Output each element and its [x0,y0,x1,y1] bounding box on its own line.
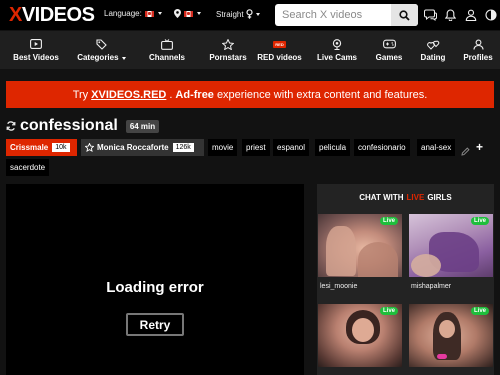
live-girls-panel: CHAT WITH LIVE GIRLS Live lesi_moonie Li… [317,184,494,375]
cam-thumbnail[interactable]: Live [409,304,493,367]
tag-icon [96,38,107,50]
main-nav: Best Videos Categories Channels Pornstar… [0,31,500,69]
keyword-tag[interactable]: espanol [273,139,310,156]
user-icon [472,39,484,50]
refresh-icon[interactable] [6,121,16,131]
subscriber-count: 10k [52,143,70,152]
live-badge: Live [379,217,398,225]
orientation-label: Straight [216,9,244,19]
tv-icon [161,38,173,50]
star-icon [85,143,94,152]
nav-channels[interactable]: Channels [131,31,203,69]
top-bar: XVIDEOS Language: Straight [0,0,500,30]
video-duration: 64 min [125,119,160,133]
nav-categories[interactable]: Categories [72,31,131,69]
model-tag[interactable]: Crissmale 10k [6,139,77,156]
star-icon [222,38,234,50]
location-pin-icon [174,9,181,18]
webcam-icon [332,38,342,50]
cam-username[interactable]: lesi_moonie [318,283,402,290]
chevron-down-icon [157,12,162,15]
retry-button[interactable]: Retry [126,313,184,336]
loading-error-message: Loading error [106,279,204,296]
canada-flag-icon [184,10,193,17]
keyword-tag[interactable]: movie [208,139,238,156]
location-selector[interactable] [174,9,201,18]
cam-thumbnail[interactable]: Live [318,214,402,277]
live-badge: Live [470,217,489,225]
cam-username[interactable]: mishapalmer [409,283,493,290]
live-cam-card[interactable]: Live [409,304,493,367]
keyword-tag[interactable]: priest [242,139,270,156]
live-cam-card[interactable]: Live mishapalmer [409,214,493,290]
keyword-tag[interactable]: pelicula [315,139,351,156]
nav-games[interactable]: Games [368,31,410,69]
hearts-icon [426,40,439,50]
gamepad-icon [382,39,396,49]
chevron-down-icon [197,12,201,15]
red-badge-icon: RED [273,40,286,48]
search-icon [399,9,410,21]
nav-dating[interactable]: Dating [410,31,456,69]
live-badge: Live [379,307,398,315]
theme-toggle-icon[interactable] [484,8,497,21]
language-selector[interactable]: Language: [104,9,162,18]
model-tag[interactable]: Monica Roccaforte 126k [81,139,204,156]
red-promo-banner[interactable]: Try XVIDEOS.RED . Ad-free experience wit… [6,81,494,108]
nav-best-videos[interactable]: Best Videos [0,31,72,69]
nav-red-videos[interactable]: RED RED videos [253,31,306,69]
nav-profiles[interactable]: Profiles [456,31,500,69]
live-cam-card[interactable]: Live [318,304,402,367]
live-cam-card[interactable]: Live lesi_moonie [318,214,402,290]
live-panel-heading[interactable]: CHAT WITH LIVE GIRLS [317,184,494,211]
red-brand-link[interactable]: XVIDEOS.RED [91,89,166,101]
search-button[interactable] [391,4,418,26]
user-account-icon[interactable] [464,8,477,21]
language-label: Language: [104,9,142,18]
search-box [275,4,418,26]
live-badge: Live [470,307,489,315]
orientation-selector[interactable]: Straight [216,9,260,19]
keyword-tag[interactable]: confesionario [354,139,410,156]
site-logo[interactable]: XVIDEOS [9,4,95,26]
keyword-tag[interactable]: anal-sex [417,139,456,156]
edit-pencil-icon[interactable] [461,143,470,161]
search-input[interactable] [275,4,391,26]
chevron-down-icon [255,12,260,16]
play-square-icon [30,39,42,49]
video-player[interactable]: Loading error Retry [6,184,304,375]
video-title-row: confessional 64 min [6,116,160,136]
nav-pornstars[interactable]: Pornstars [203,31,253,69]
nav-live-cams[interactable]: Live Cams [306,31,368,69]
cam-thumbnail[interactable]: Live [409,214,493,277]
cam-thumbnail[interactable]: Live [318,304,402,367]
chat-icon[interactable] [424,8,437,21]
subscriber-count: 126k [172,143,194,152]
keyword-tag[interactable]: sacerdote [6,159,50,176]
notification-bell-icon[interactable] [444,8,457,21]
chevron-down-icon [121,56,126,60]
canada-flag-icon [144,10,154,17]
video-title: confessional [20,117,118,134]
add-tag-icon[interactable]: + [476,140,483,154]
female-symbol-icon [245,9,253,19]
